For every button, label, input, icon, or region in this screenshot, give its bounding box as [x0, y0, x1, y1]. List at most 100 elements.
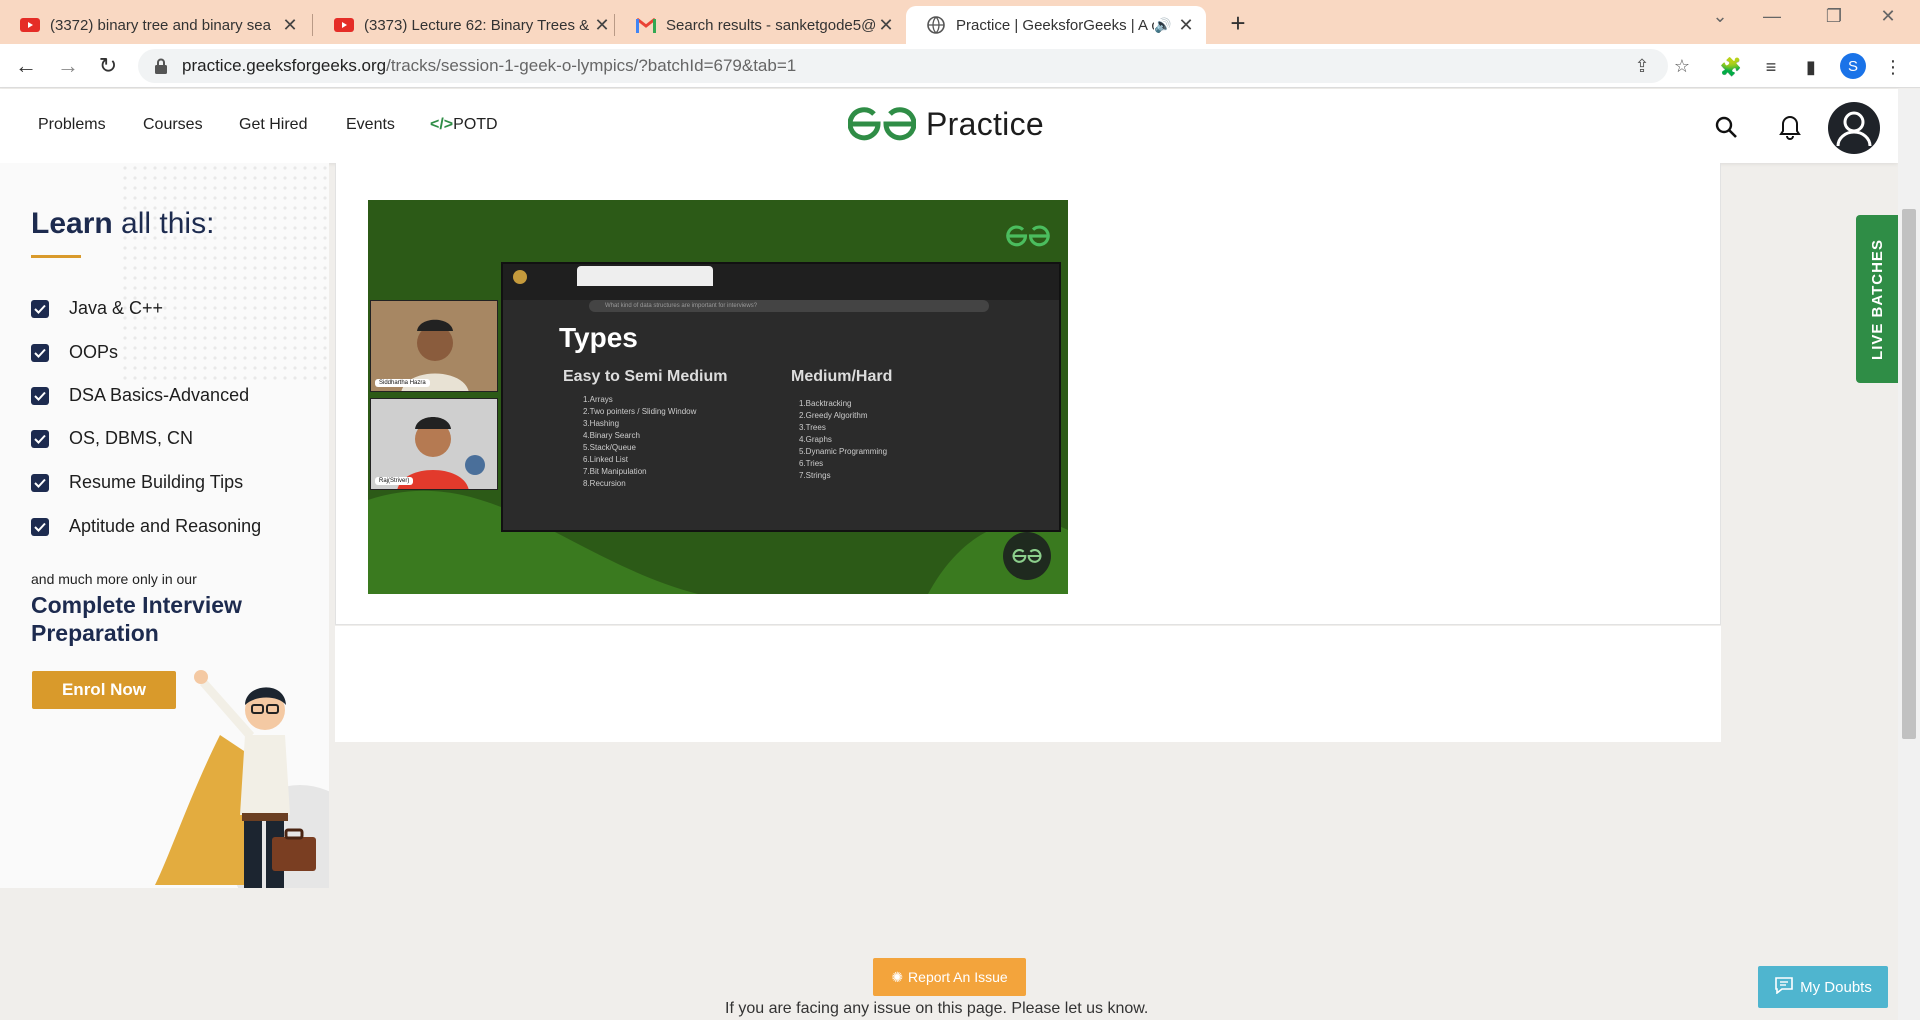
nav-events[interactable]: Events: [346, 116, 395, 134]
title-underline: [31, 255, 81, 258]
back-icon[interactable]: ←: [12, 52, 40, 80]
slide-tab: [577, 266, 713, 286]
content-card-lower: [335, 626, 1721, 742]
gfg-watermark-icon: [1006, 225, 1050, 247]
reload-icon[interactable]: ↻: [94, 52, 122, 80]
share-icon[interactable]: ⇪: [1630, 54, 1654, 78]
promo-list-item: Aptitude and Reasoning: [31, 516, 261, 537]
webcam-feed-1: Siddhartha Hazra: [370, 300, 498, 392]
checkbox-checked-icon: [31, 429, 49, 448]
promo-list-item: DSA Basics-Advanced: [31, 385, 249, 406]
promo-list-item: OOPs: [31, 342, 118, 363]
gmail-icon: [636, 15, 656, 35]
side-panel-icon[interactable]: ▮: [1798, 54, 1824, 80]
promo-list-item: Java & C++: [31, 298, 163, 319]
report-issue-text: If you are facing any issue on this page…: [725, 1000, 1149, 1017]
slide-column-heading: Medium/Hard: [791, 368, 893, 385]
speaker-icon[interactable]: 🔊: [1154, 17, 1176, 34]
browser-toolbar: ← → ↻ practice.geeksforgeeks.org/tracks/…: [0, 44, 1920, 88]
close-window-button[interactable]: ✕: [1868, 6, 1908, 27]
tab-close-icon[interactable]: ✕: [592, 15, 612, 36]
promo-list-item: OS, DBMS, CN: [31, 428, 193, 449]
tab-search-icon[interactable]: ⌄: [1700, 6, 1740, 27]
slide-column-heading: Easy to Semi Medium: [563, 368, 728, 385]
tab-separator: [312, 14, 313, 36]
webcam-name-label: Raj(Striver): [375, 477, 414, 485]
user-avatar[interactable]: [1828, 102, 1880, 154]
search-icon[interactable]: [1708, 109, 1744, 145]
nav-courses[interactable]: Courses: [143, 116, 203, 134]
scrollbar-thumb[interactable]: [1902, 209, 1916, 739]
tab-title: (3373) Lecture 62: Binary Trees &: [364, 16, 590, 34]
new-tab-button[interactable]: +: [1222, 8, 1254, 39]
lock-icon: [154, 58, 168, 74]
checkbox-checked-icon: [31, 343, 49, 362]
checkbox-checked-icon: [31, 386, 49, 405]
dot-pattern-decoration: [120, 163, 329, 383]
bug-icon: ✺: [891, 968, 904, 985]
bookmark-star-icon[interactable]: ☆: [1670, 54, 1694, 78]
presentation-slide: What kind of data structures are importa…: [501, 262, 1061, 532]
nav-get-hired[interactable]: Get Hired: [239, 116, 307, 134]
url-path: /tracks/session-1-geek-o-lympics/?batchI…: [386, 56, 797, 75]
slide-favicon: [513, 270, 527, 284]
gfg-logo-icon: [848, 107, 916, 141]
promo-title: Learn all this:: [31, 207, 215, 240]
mascot-illustration: [155, 670, 329, 888]
gfg-practice-logo[interactable]: Practice: [848, 105, 1044, 143]
code-icon: </>: [430, 116, 454, 133]
slide-search-bar: What kind of data structures are importa…: [589, 300, 989, 312]
promo-banner: Learn all this: Java & C++ OOPs DSA Basi…: [0, 163, 329, 888]
tab-title: (3372) binary tree and binary sea: [50, 16, 271, 34]
media-control-icon[interactable]: ≡: [1758, 54, 1784, 80]
live-batches-label: LIVE BATCHES: [1868, 238, 1886, 360]
tab-youtube-2[interactable]: (3373) Lecture 62: Binary Trees & ✕: [314, 6, 622, 44]
tab-close-icon[interactable]: ✕: [280, 15, 300, 36]
promo-list-item: Resume Building Tips: [31, 472, 243, 493]
tab-title: Practice | GeeksforGeeks | A c: [956, 16, 1154, 34]
notification-bell-icon[interactable]: [1772, 109, 1808, 145]
tab-close-icon[interactable]: ✕: [1176, 15, 1196, 36]
checkbox-checked-icon: [31, 517, 49, 536]
menu-kebab-icon[interactable]: ⋮: [1880, 54, 1906, 80]
browser-profile-avatar[interactable]: S: [1840, 53, 1866, 79]
tab-close-icon[interactable]: ✕: [876, 15, 896, 36]
tab-youtube-1[interactable]: (3372) binary tree and binary sea ✕: [0, 6, 310, 44]
extensions-icon[interactable]: 🧩: [1718, 54, 1744, 80]
logo-text: Practice: [926, 105, 1044, 142]
page-scrollbar[interactable]: [1898, 89, 1920, 1020]
nav-potd[interactable]: </>POTD: [430, 116, 498, 134]
promo-small-text: and much more only in our: [31, 571, 197, 587]
gfg-badge-icon: [1003, 532, 1051, 580]
site-header: Problems Courses Get Hired Events </>POT…: [0, 89, 1898, 163]
tab-separator: [614, 14, 615, 36]
video-player[interactable]: What kind of data structures are importa…: [368, 200, 1068, 594]
report-issue-button[interactable]: ✺ Report An Issue: [873, 958, 1026, 996]
potd-label: POTD: [453, 116, 498, 133]
my-doubts-button[interactable]: My Doubts: [1758, 966, 1888, 1008]
youtube-icon: [20, 15, 40, 35]
tab-title: Search results - sanketgode5@gr: [666, 16, 876, 34]
forward-icon[interactable]: →: [54, 52, 82, 80]
checkbox-checked-icon: [31, 473, 49, 492]
promo-course-name: Complete Interview Preparation: [31, 592, 242, 646]
address-bar[interactable]: practice.geeksforgeeks.org/tracks/sessio…: [138, 49, 1668, 83]
browser-tab-strip: (3372) binary tree and binary sea ✕ (337…: [0, 0, 1920, 44]
webcam-feed-2: Raj(Striver): [370, 398, 498, 490]
live-batches-tab[interactable]: LIVE BATCHES: [1856, 215, 1898, 383]
restore-button[interactable]: ❐: [1814, 6, 1854, 27]
tab-practice-active[interactable]: Practice | GeeksforGeeks | A c 🔊 ✕: [906, 6, 1206, 44]
globe-icon: [926, 15, 946, 35]
url-domain: practice.geeksforgeeks.org: [182, 56, 387, 75]
slide-list-hard: 1.Backtracking 2.Greedy Algorithm 3.Trees 4…: [799, 399, 888, 480]
minimize-button[interactable]: —: [1752, 6, 1792, 27]
webcam-name-label: Siddhartha Hazra: [375, 379, 430, 387]
youtube-icon: [334, 15, 354, 35]
tab-gmail[interactable]: Search results - sanketgode5@gr ✕: [616, 6, 906, 44]
checkbox-checked-icon: [31, 299, 49, 318]
slide-list-easy: 1.Arrays 2.Two pointers / Sliding Window 3…: [583, 395, 697, 488]
slide-title: Types: [559, 322, 638, 353]
nav-problems[interactable]: Problems: [38, 116, 106, 134]
slide-browser-bar: What kind of data structures are importa…: [503, 264, 1059, 312]
chat-icon: [1774, 976, 1794, 998]
